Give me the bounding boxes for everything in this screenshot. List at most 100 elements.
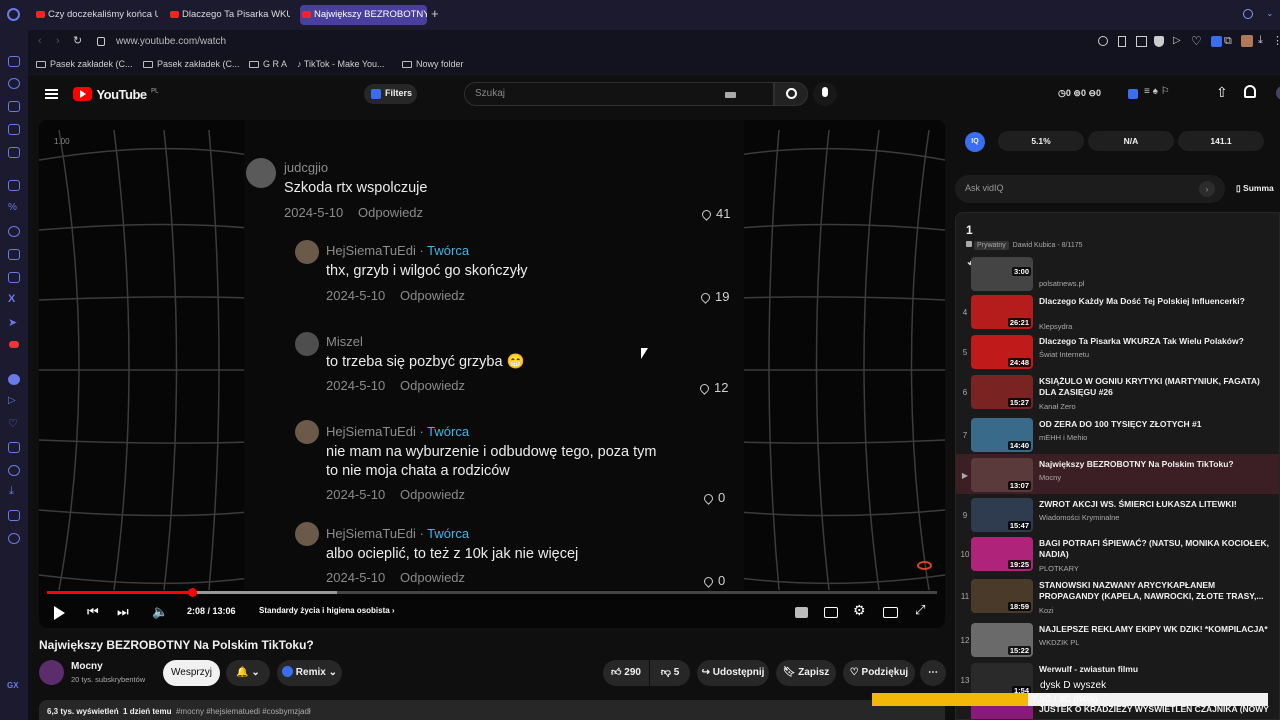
new-tab-button[interactable]: + [431,6,439,21]
bookmark-folder-5[interactable]: Nowy folder [402,59,464,69]
list-item[interactable]: 3:00 polsatnews.pl [956,257,1279,291]
forward-icon[interactable]: › [56,35,60,47]
settings-icon[interactable] [8,533,20,544]
vidiq-stat-1[interactable]: 5.1% [998,131,1084,151]
sidebar-icon-13[interactable] [8,374,20,385]
list-item[interactable]: 7 14:40 OD ZERA DO 100 TYSIĘCY ZŁOTYCH #1 m… [956,418,1279,458]
hamburger-menu-icon[interactable] [45,89,58,99]
x-icon[interactable]: X [8,293,15,305]
instagram-icon[interactable] [8,272,20,283]
pin-icon[interactable] [1118,36,1126,47]
voice-search-button[interactable] [813,82,837,106]
thanks-button[interactable]: ♡ Podziękuj [843,660,915,686]
sidebar-icon-1[interactable] [8,56,20,67]
search-button[interactable] [774,82,808,106]
theater-mode-icon[interactable] [883,607,898,618]
snapshot-icon[interactable] [1136,36,1147,47]
summary-button[interactable]: ▯ Summa [1236,183,1274,194]
back-icon[interactable]: ‹ [38,35,42,47]
heart-outline-icon[interactable]: ♡ [1191,34,1202,48]
menu-icon[interactable]: ⋮ [1272,34,1280,47]
subtitles-icon[interactable] [824,607,838,618]
play-icon[interactable]: ▷ [1173,35,1181,46]
send-arrow-icon[interactable]: › [1199,181,1215,197]
list-item[interactable]: 10 19:25 BAGI POTRAFI ŚPIEWAĆ? (NATSU, MON… [956,537,1279,577]
channel-avatar[interactable] [39,660,64,685]
vidiq-stat-2[interactable]: N/A [1088,131,1174,151]
list-item[interactable]: 5 24:48 Dlaczego Ta Pisarka WKURZA Tak Wie… [956,335,1279,375]
like-button[interactable]: 👍︎ 290 [603,660,649,686]
share-button[interactable]: ↪ Udostępnij [697,660,769,686]
clock-icon[interactable] [8,465,20,476]
channel-name[interactable]: Mocny [71,661,103,672]
sidebar-icon-3[interactable] [8,101,20,112]
send-icon[interactable]: ▷ [8,395,16,406]
messenger-icon[interactable] [8,226,20,237]
puzzle-icon[interactable]: ⧉ [1224,35,1232,48]
progress-scrubber-handle[interactable] [188,588,198,597]
filters-button[interactable]: Filters [364,84,417,104]
bookmark-tiktok[interactable]: ♪ TikTok - Make You... [297,59,385,69]
percent-icon[interactable]: % [8,202,17,213]
vidiq-stat-3[interactable]: 141.1 [1178,131,1264,151]
search-tabs-icon[interactable] [1243,9,1253,19]
fullscreen-icon[interactable]: ⤢ [915,602,925,618]
upload-icon[interactable]: ⇧ [1216,84,1228,101]
sidebar-icon-5[interactable] [8,147,20,158]
dislike-button[interactable]: 👎︎ 5 [650,660,690,686]
list-item[interactable]: 9 15:47 ZWROT AKCJI WS. ŚMIERCI ŁUKASZA LI… [956,498,1279,538]
downloads-icon[interactable]: ⤓ [1258,34,1263,47]
chapter-title[interactable]: Standardy życia i higiena osobista › [259,606,395,615]
heart-icon[interactable]: ♡ [8,417,18,430]
zoom-icon[interactable] [1098,36,1108,46]
account-avatar[interactable] [1276,86,1280,100]
more-actions-button[interactable]: ⋯ [920,660,946,686]
save-button[interactable]: 🔖︎ Zapisz [776,660,836,686]
remix-button[interactable]: Remix ⌄ [277,660,342,686]
toolbar-icon[interactable]: ≡ ♠ ⚐ [1144,86,1170,97]
vidiq-player-icon[interactable] [795,607,808,618]
list-item[interactable]: 4 26:21 Dlaczego Każdy Ma Dość Tej Polskie… [956,295,1279,335]
browser-logo-icon[interactable] [7,8,20,21]
sidebar-icon-2[interactable] [8,78,20,89]
list-item-current[interactable]: ▶ 13:07 Największy BEZROBOTNY Na Polskim T… [956,454,1279,494]
chevron-down-icon[interactable]: ⌄ [1266,8,1274,19]
bookmark-folder-1[interactable]: Pasek zakładek (C... [36,59,133,69]
youtube-logo[interactable]: YouTube PL [73,86,158,104]
play-button[interactable] [54,606,65,620]
url-field[interactable]: www.youtube.com/watch [116,36,226,47]
search-input[interactable]: Szukaj [464,82,774,106]
telegram-icon[interactable]: ➤ [8,316,17,329]
previous-icon[interactable]: ⏮ [87,604,99,620]
list-item[interactable]: 11 18:59 STANOWSKI NAZWANY ARYCYKAPŁANEM P… [956,579,1279,619]
next-icon[interactable]: ⏭ [117,604,129,620]
vidiq-counters[interactable]: ◷0 ⊚0 ⊖0 [1058,88,1101,99]
shield-icon[interactable] [1154,36,1164,47]
ask-vidiq-input[interactable]: Ask vidIQ › [955,175,1225,203]
vidiq-ext-icon[interactable] [1211,36,1222,47]
tab-2[interactable]: Dlaczego Ta Pisarka WKUR [168,5,290,25]
bookmark-folder-2[interactable]: Pasek zakładek (C... [143,59,240,69]
vidiq-logo-icon[interactable]: IQ [965,132,985,152]
tab-3-active[interactable]: Największy BEZROBOTNY [300,5,427,25]
list-item[interactable]: 6 15:27 KSIĄŻULO W OGNIU KRYTYKI (MARTYNIU… [956,375,1279,415]
bookmark-folder-3[interactable]: G R A [249,59,287,69]
download-icon[interactable]: ⤓ [9,485,14,498]
vidiq-toolbar-icon[interactable] [1128,89,1138,99]
keyboard-icon[interactable] [725,92,736,98]
settings-gear-icon[interactable]: ⚙ [853,602,866,619]
volume-icon[interactable]: 🔈 [152,604,168,620]
reload-icon[interactable]: ↻ [73,34,82,47]
sidebar-icon-4[interactable] [8,124,20,135]
list-item[interactable]: 12 15:22 NAJLEPSZE REKLAMY EKIPY WK DZIK! … [956,623,1279,663]
sidebar-icon-6[interactable] [8,180,20,191]
tab-1[interactable]: Czy doczekaliśmy końca U [34,5,158,25]
extensions-icon[interactable] [8,510,20,521]
profile-avatar[interactable] [1241,35,1253,47]
support-button[interactable]: Wesprzyj [163,660,220,686]
video-player[interactable]: 1.00 judcgjio Szkoda rtx wspolczuje 2024… [39,120,945,628]
discord-icon[interactable] [8,249,20,260]
description-box[interactable]: 6,3 tys. wyświetleń 1 dzień temu #mocny … [39,700,945,720]
notifications-bell-icon[interactable] [1244,85,1256,98]
gx-icon[interactable]: GX [7,681,19,690]
